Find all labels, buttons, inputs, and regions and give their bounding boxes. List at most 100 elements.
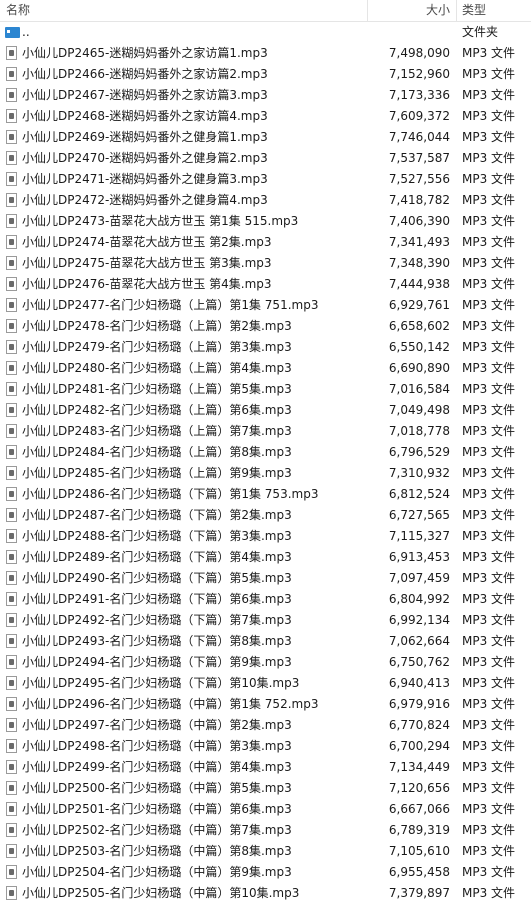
file-row[interactable]: 小仙儿DP2478-名门少妇杨璐（上篇）第2集.mp3 6,658,602 MP3 … [0,316,531,337]
file-row[interactable]: 小仙儿DP2489-名门少妇杨璐（下篇）第4集.mp3 6,913,453 MP3 … [0,547,531,568]
file-name: 小仙儿DP2469-迷糊妈妈番外之健身篇1.mp3 [22,130,268,144]
file-row[interactable]: 小仙儿DP2467-迷糊妈妈番外之家访篇3.mp3 7,173,336 MP3 文件 [0,85,531,106]
file-row[interactable]: 小仙儿DP2480-名门少妇杨璐（上篇）第4集.mp3 6,690,890 MP3 … [0,358,531,379]
file-name: 小仙儿DP2499-名门少妇杨璐（中篇）第4集.mp3 [22,760,292,774]
file-name: 小仙儿DP2503-名门少妇杨璐（中篇）第8集.mp3 [22,844,292,858]
file-type: MP3 文件 [462,781,516,795]
file-row[interactable]: 小仙儿DP2484-名门少妇杨璐（上篇）第8集.mp3 6,796,529 MP3 … [0,442,531,463]
mp3-file-icon [6,697,17,711]
file-row[interactable]: 小仙儿DP2479-名门少妇杨璐（上篇）第3集.mp3 6,550,142 MP3 … [0,337,531,358]
file-type: MP3 文件 [462,592,516,606]
file-row[interactable]: 小仙儿DP2496-名门少妇杨璐（中篇）第1集 752.mp3 6,979,916… [0,694,531,715]
file-name: 小仙儿DP2502-名门少妇杨璐（中篇）第7集.mp3 [22,823,292,837]
file-row[interactable]: 小仙儿DP2495-名门少妇杨璐（下篇）第10集.mp3 6,940,413 MP3… [0,673,531,694]
file-row[interactable]: 小仙儿DP2502-名门少妇杨璐（中篇）第7集.mp3 6,789,319 MP3 … [0,820,531,841]
file-list: .. 文件夹 小仙儿DP2465-迷糊妈妈番外之家访篇1.mp3 7,498,09… [0,22,531,904]
column-divider[interactable] [367,0,368,21]
mp3-file-icon [6,214,17,228]
file-size: 7,120,656 [388,781,450,795]
file-row[interactable]: 小仙儿DP2505-名门少妇杨璐（中篇）第10集.mp3 7,379,897 MP3… [0,883,531,904]
mp3-file-icon [6,718,17,732]
file-name: 小仙儿DP2501-名门少妇杨璐（中篇）第6集.mp3 [22,802,292,816]
file-name: 小仙儿DP2480-名门少妇杨璐（上篇）第4集.mp3 [22,361,292,375]
file-name: 小仙儿DP2485-名门少妇杨璐（上篇）第9集.mp3 [22,466,292,480]
file-name: 小仙儿DP2504-名门少妇杨璐（中篇）第9集.mp3 [22,865,292,879]
mp3-file-icon [6,886,17,900]
file-row[interactable]: 小仙儿DP2474-苗翠花大战方世玉 第2集.mp3 7,341,493 MP3 文… [0,232,531,253]
file-row[interactable]: 小仙儿DP2472-迷糊妈妈番外之健身篇4.mp3 7,418,782 MP3 文件 [0,190,531,211]
file-row[interactable]: 小仙儿DP2488-名门少妇杨璐（下篇）第3集.mp3 7,115,327 MP3 … [0,526,531,547]
file-row[interactable]: 小仙儿DP2497-名门少妇杨璐（中篇）第2集.mp3 6,770,824 MP3 … [0,715,531,736]
file-size: 6,690,890 [388,361,450,375]
file-type: MP3 文件 [462,130,516,144]
file-row[interactable]: 小仙儿DP2468-迷糊妈妈番外之家访篇4.mp3 7,609,372 MP3 文件 [0,106,531,127]
sort-ascending-icon: ˄ [179,0,184,8]
file-size: 7,527,556 [388,172,450,186]
file-row[interactable]: 小仙儿DP2466-迷糊妈妈番外之家访篇2.mp3 7,152,960 MP3 文件 [0,64,531,85]
mp3-file-icon [6,466,17,480]
file-row[interactable]: 小仙儿DP2487-名门少妇杨璐（下篇）第2集.mp3 6,727,565 MP3 … [0,505,531,526]
file-row[interactable]: 小仙儿DP2485-名门少妇杨璐（上篇）第9集.mp3 7,310,932 MP3 … [0,463,531,484]
mp3-file-icon [6,760,17,774]
mp3-file-icon [6,109,17,123]
file-row[interactable]: 小仙儿DP2476-苗翠花大战方世玉 第4集.mp3 7,444,938 MP3 文… [0,274,531,295]
file-row[interactable]: 小仙儿DP2498-名门少妇杨璐（中篇）第3集.mp3 6,700,294 MP3 … [0,736,531,757]
mp3-file-icon [6,277,17,291]
file-name: 小仙儿DP2494-名门少妇杨璐（下篇）第9集.mp3 [22,655,292,669]
file-name: 小仙儿DP2482-名门少妇杨璐（上篇）第6集.mp3 [22,403,292,417]
file-row[interactable]: 小仙儿DP2477-名门少妇杨璐（上篇）第1集 751.mp3 6,929,761… [0,295,531,316]
file-name: 小仙儿DP2474-苗翠花大战方世玉 第2集.mp3 [22,235,272,249]
column-header-name[interactable]: 名称 [6,0,30,21]
file-type: MP3 文件 [462,466,516,480]
column-header-type[interactable]: 类型 [462,0,486,21]
file-row[interactable]: 小仙儿DP2501-名门少妇杨璐（中篇）第6集.mp3 6,667,066 MP3 … [0,799,531,820]
column-divider[interactable] [456,0,457,21]
file-size: 6,789,319 [388,823,450,837]
file-row[interactable]: 小仙儿DP2490-名门少妇杨璐（下篇）第5集.mp3 7,097,459 MP3 … [0,568,531,589]
file-row[interactable]: 小仙儿DP2491-名门少妇杨璐（下篇）第6集.mp3 6,804,992 MP3 … [0,589,531,610]
file-type: MP3 文件 [462,697,516,711]
file-row[interactable]: 小仙儿DP2482-名门少妇杨璐（上篇）第6集.mp3 7,049,498 MP3 … [0,400,531,421]
mp3-file-icon [6,298,17,312]
mp3-file-icon [6,88,17,102]
file-type: MP3 文件 [462,676,516,690]
file-row[interactable]: 小仙儿DP2503-名门少妇杨璐（中篇）第8集.mp3 7,105,610 MP3 … [0,841,531,862]
mp3-file-icon [6,445,17,459]
file-row[interactable]: 小仙儿DP2486-名门少妇杨璐（下篇）第1集 753.mp3 6,812,524… [0,484,531,505]
file-row[interactable]: 小仙儿DP2504-名门少妇杨璐（中篇）第9集.mp3 6,955,458 MP3 … [0,862,531,883]
file-type: MP3 文件 [462,109,516,123]
mp3-file-icon [6,361,17,375]
file-row[interactable]: 小仙儿DP2470-迷糊妈妈番外之健身篇2.mp3 7,537,587 MP3 文件 [0,148,531,169]
mp3-file-icon [6,46,17,60]
file-size: 7,310,932 [388,466,450,480]
file-row[interactable]: 小仙儿DP2481-名门少妇杨璐（上篇）第5集.mp3 7,016,584 MP3 … [0,379,531,400]
mp3-file-icon [6,529,17,543]
file-row[interactable]: 小仙儿DP2483-名门少妇杨璐（上篇）第7集.mp3 7,018,778 MP3 … [0,421,531,442]
file-row[interactable]: 小仙儿DP2465-迷糊妈妈番外之家访篇1.mp3 7,498,090 MP3 文件 [0,43,531,64]
file-row[interactable]: 小仙儿DP2473-苗翠花大战方世玉 第1集 515.mp3 7,406,390 M… [0,211,531,232]
file-row[interactable]: 小仙儿DP2471-迷糊妈妈番外之健身篇3.mp3 7,527,556 MP3 文件 [0,169,531,190]
file-size: 6,700,294 [388,739,450,753]
file-row[interactable]: 小仙儿DP2475-苗翠花大战方世玉 第3集.mp3 7,348,390 MP3 文… [0,253,531,274]
mp3-file-icon [6,781,17,795]
file-type: MP3 文件 [462,655,516,669]
file-size: 7,134,449 [388,760,450,774]
file-name: 小仙儿DP2497-名门少妇杨璐（中篇）第2集.mp3 [22,718,292,732]
file-name: 小仙儿DP2475-苗翠花大战方世玉 第3集.mp3 [22,256,272,270]
parent-directory-row[interactable]: .. 文件夹 [0,22,531,43]
file-size: 6,804,992 [388,592,450,606]
file-name: 小仙儿DP2484-名门少妇杨璐（上篇）第8集.mp3 [22,445,292,459]
file-size: 7,418,782 [388,193,450,207]
file-row[interactable]: 小仙儿DP2493-名门少妇杨璐（下篇）第8集.mp3 7,062,664 MP3 … [0,631,531,652]
file-row[interactable]: 小仙儿DP2492-名门少妇杨璐（下篇）第7集.mp3 6,992,134 MP3 … [0,610,531,631]
file-row[interactable]: 小仙儿DP2500-名门少妇杨璐（中篇）第5集.mp3 7,120,656 MP3 … [0,778,531,799]
file-size: 6,658,602 [388,319,450,333]
file-row[interactable]: 小仙儿DP2469-迷糊妈妈番外之健身篇1.mp3 7,746,044 MP3 文件 [0,127,531,148]
file-row[interactable]: 小仙儿DP2494-名门少妇杨璐（下篇）第9集.mp3 6,750,762 MP3 … [0,652,531,673]
file-type: MP3 文件 [462,46,516,60]
mp3-file-icon [6,571,17,585]
file-row[interactable]: 小仙儿DP2499-名门少妇杨璐（中篇）第4集.mp3 7,134,449 MP3 … [0,757,531,778]
mp3-file-icon [6,508,17,522]
column-header-size[interactable]: 大小 [370,0,450,21]
file-type: MP3 文件 [462,256,516,270]
